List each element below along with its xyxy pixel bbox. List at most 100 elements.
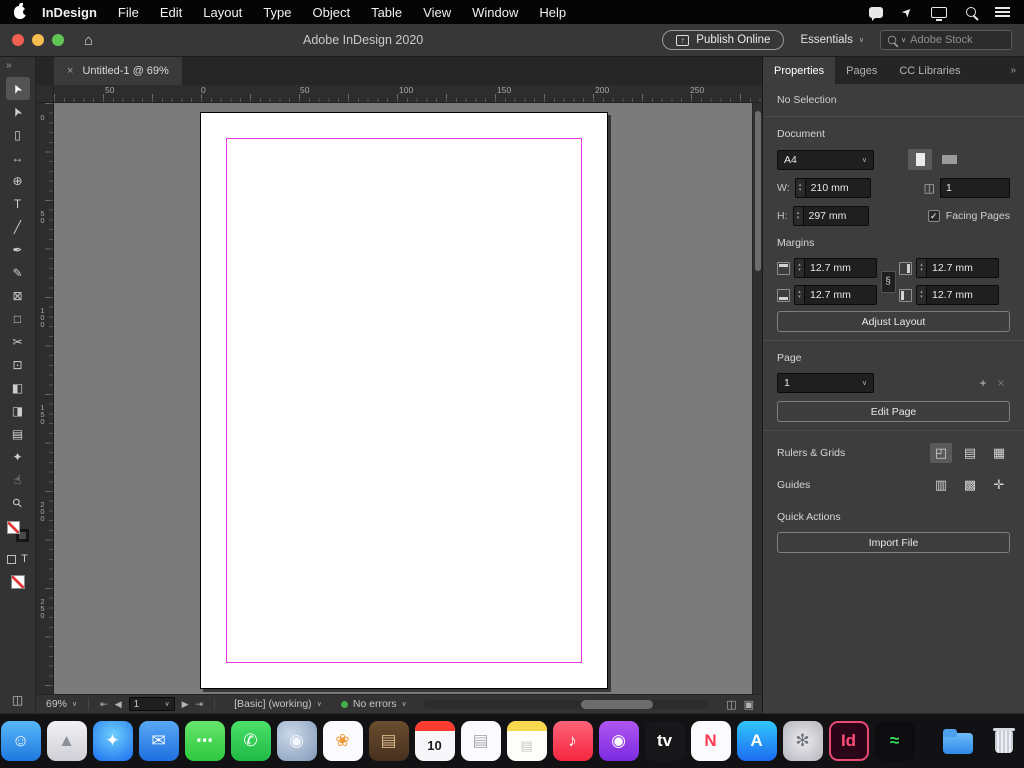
pen-tool[interactable]: ✒ <box>6 238 30 261</box>
dock-downloads-folder[interactable] <box>938 721 978 761</box>
document-grid-icon[interactable]: ▦ <box>988 443 1010 463</box>
apple-menu-icon[interactable] <box>14 6 26 19</box>
margin-guides-icon[interactable]: ▩ <box>959 475 981 495</box>
minimize-window-button[interactable] <box>32 34 44 46</box>
formatting-container-button[interactable] <box>7 555 16 564</box>
collapse-panel-icon[interactable]: » <box>0 60 12 77</box>
dock-calendar[interactable]: 10 <box>415 721 455 761</box>
dock-messages[interactable]: ⋯ <box>185 721 225 761</box>
stepper[interactable]: ▴▾ <box>917 286 927 304</box>
zoom-tool[interactable]: ⚲ <box>6 491 30 514</box>
stepper[interactable]: ▴▾ <box>796 179 806 197</box>
spotlight-search-icon[interactable] <box>966 7 976 17</box>
preflight-menu[interactable]: [Basic] (working) ∨ <box>234 698 322 710</box>
free-transform-tool[interactable]: ⊡ <box>6 353 30 376</box>
scissors-tool[interactable]: ✂ <box>6 330 30 353</box>
vertical-scrollbar[interactable] <box>752 103 762 694</box>
workspace-switcher[interactable]: Essentials ∨ <box>800 34 864 46</box>
dock-podcasts[interactable]: ◉ <box>599 721 639 761</box>
zoom-window-button[interactable] <box>52 34 64 46</box>
display-icon[interactable] <box>931 7 947 18</box>
spread-view-button[interactable]: ▣ <box>744 698 754 711</box>
close-tab-icon[interactable]: × <box>67 65 73 77</box>
landscape-orientation-button[interactable] <box>937 149 961 170</box>
vertical-ruler[interactable]: 050100150200250 <box>36 103 54 694</box>
dock-tv[interactable]: tv <box>645 721 685 761</box>
menu-item[interactable]: Layout <box>203 5 242 20</box>
next-page-button[interactable]: ▶ <box>182 699 189 710</box>
panel-menu-icon[interactable]: » <box>1010 65 1024 76</box>
page-select[interactable]: 1 ∨ <box>777 373 874 393</box>
dock-photos[interactable]: ❀ <box>323 721 363 761</box>
pencil-tool[interactable]: ✎ <box>6 261 30 284</box>
dock-notes[interactable]: ▤ <box>507 721 547 761</box>
last-page-button[interactable]: ⇥ <box>196 699 204 710</box>
formatting-text-button[interactable]: T <box>21 553 28 565</box>
margin-bottom-field[interactable]: ▴▾ 12.7 mm <box>794 285 877 305</box>
gradient-swatch-tool[interactable]: ◧ <box>6 376 30 399</box>
hand-tool[interactable]: ☝ <box>6 468 30 491</box>
column-guides-icon[interactable]: ▥ <box>930 475 952 495</box>
horizontal-ruler[interactable]: 50050100150200250 <box>54 85 762 103</box>
menu-item[interactable]: Type <box>263 5 291 20</box>
horizontal-scrollbar-thumb[interactable] <box>581 700 653 709</box>
edit-page-button[interactable]: Edit Page <box>777 401 1010 422</box>
screen-mode-button[interactable]: ◫ <box>12 693 23 707</box>
pages-count-field[interactable]: 1 <box>940 178 1010 198</box>
eyedropper-tool[interactable]: ✦ <box>6 445 30 468</box>
direct-selection-tool[interactable]: ➤ <box>6 100 30 123</box>
page-view-button[interactable]: ◫ <box>726 698 736 711</box>
height-field[interactable]: ▴▾ 297 mm <box>793 206 869 226</box>
dock-news[interactable]: N <box>691 721 731 761</box>
app-menu-name[interactable]: InDesign <box>42 5 97 20</box>
page-tool[interactable]: ▯ <box>6 123 30 146</box>
document-page[interactable] <box>200 112 608 689</box>
dock-audio-app[interactable]: ≈ <box>875 721 915 761</box>
home-icon[interactable]: ⌂ <box>84 32 93 49</box>
pasteboard[interactable] <box>54 103 752 694</box>
portrait-orientation-button[interactable] <box>908 149 932 170</box>
page-size-select[interactable]: A4 ∨ <box>777 150 874 170</box>
delete-page-button[interactable]: × <box>992 376 1010 390</box>
add-page-button[interactable]: + <box>974 376 992 390</box>
margin-right-field[interactable]: ▴▾ 12.7 mm <box>916 258 999 278</box>
panel-tab[interactable]: Pages <box>835 57 888 84</box>
stepper[interactable]: ▴▾ <box>917 259 927 277</box>
baseline-grid-icon[interactable]: ▤ <box>959 443 981 463</box>
width-field[interactable]: ▴▾ 210 mm <box>795 178 871 198</box>
preflight-status[interactable]: No errors ∨ <box>341 698 407 710</box>
chat-icon[interactable] <box>869 7 883 18</box>
ruler-origin-corner[interactable] <box>36 85 54 103</box>
fill-swatch[interactable] <box>7 521 20 534</box>
menu-item[interactable]: Object <box>313 5 351 20</box>
adjust-layout-button[interactable]: Adjust Layout <box>777 311 1010 332</box>
rectangle-frame-tool[interactable]: ⊠ <box>6 284 30 307</box>
type-tool[interactable]: T <box>6 192 30 215</box>
dock-facetime[interactable]: ✆ <box>231 721 271 761</box>
stepper[interactable]: ▴▾ <box>794 207 804 225</box>
line-tool[interactable]: ╱ <box>6 215 30 238</box>
smart-guides-icon[interactable]: ✛ <box>988 475 1010 495</box>
publish-online-button[interactable]: ↑ Publish Online <box>662 30 784 50</box>
zoom-level-select[interactable]: 69% ∨ <box>46 698 77 710</box>
gradient-feather-tool[interactable]: ◨ <box>6 399 30 422</box>
menu-item[interactable]: Help <box>539 5 566 20</box>
page-number-field[interactable]: 1 ∨ <box>129 697 175 711</box>
link-margins-icon[interactable]: § <box>881 271 896 293</box>
margin-top-field[interactable]: ▴▾ 12.7 mm <box>794 258 877 278</box>
dock-indesign[interactable]: Id <box>829 721 869 761</box>
ruler-icon[interactable]: ◰ <box>930 443 952 463</box>
adobe-stock-search[interactable]: ∨ Adobe Stock <box>880 30 1012 50</box>
menu-item[interactable]: Edit <box>160 5 182 20</box>
stepper[interactable]: ▴▾ <box>795 286 805 304</box>
gap-tool[interactable]: ↔ <box>6 146 30 169</box>
dock-safari[interactable]: ✦ <box>93 721 133 761</box>
previous-page-button[interactable]: ◀ <box>115 699 122 710</box>
import-file-button[interactable]: Import File <box>777 532 1010 553</box>
dock-textedit[interactable]: ▤ <box>461 721 501 761</box>
close-window-button[interactable] <box>12 34 24 46</box>
rectangle-tool[interactable]: □ <box>6 307 30 330</box>
content-collector-tool[interactable]: ⊕ <box>6 169 30 192</box>
dock-trash[interactable] <box>984 721 1024 761</box>
panel-tab[interactable]: Properties <box>763 57 835 84</box>
